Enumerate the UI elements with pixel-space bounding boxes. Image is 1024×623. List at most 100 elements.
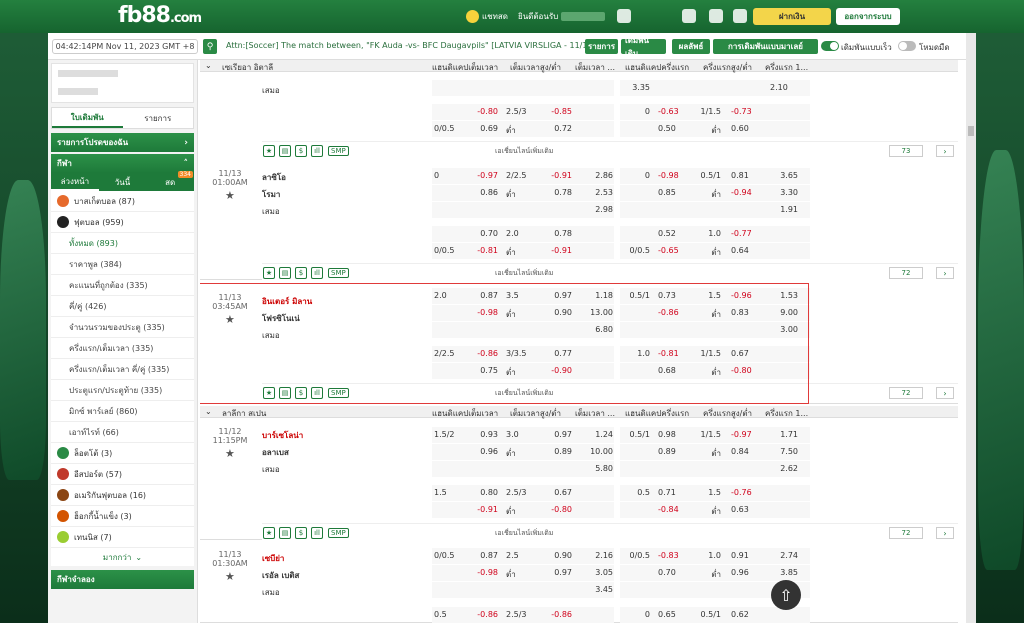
odds-value[interactable]: 0.5/1 bbox=[691, 171, 721, 180]
football-subitem[interactable]: ราคาพูล (384) bbox=[51, 254, 194, 275]
odds-value[interactable]: 0.78 bbox=[542, 188, 572, 197]
sport-item[interactable]: เทนนิส (7) bbox=[51, 527, 194, 548]
odds-value[interactable]: -0.86 bbox=[542, 610, 572, 619]
sport-item[interactable]: ฟุตบอล (959) bbox=[51, 212, 194, 233]
odds-value[interactable]: 1.5/2 bbox=[434, 430, 455, 439]
scrollbar-thumb[interactable] bbox=[968, 126, 974, 136]
logout-button[interactable]: ออกจากระบบ bbox=[836, 8, 900, 25]
odds-value[interactable]: 2.74 bbox=[768, 551, 798, 560]
search-icon[interactable]: ⚲ bbox=[203, 39, 217, 54]
chevron-down-icon[interactable]: ⌄ bbox=[205, 61, 212, 70]
odds-value[interactable]: 0.5/1 bbox=[691, 610, 721, 619]
tab-early[interactable]: ล่วงหน้า bbox=[51, 173, 99, 191]
odds-value[interactable]: -0.91 bbox=[542, 171, 572, 180]
odds-value[interactable]: -0.97 bbox=[468, 171, 498, 180]
odds-value[interactable]: 0.96 bbox=[731, 568, 749, 577]
odds-type-select[interactable]: การเดิมพันแบบมาเลย์ bbox=[713, 39, 818, 54]
odds-value[interactable]: -0.94 bbox=[731, 188, 752, 197]
dollar-icon[interactable]: $ bbox=[295, 267, 307, 279]
odds-value[interactable]: ต่ำ bbox=[506, 124, 516, 137]
odds-value[interactable]: 10.00 bbox=[583, 447, 613, 456]
odds-value[interactable]: 0.63 bbox=[731, 505, 749, 514]
odds-value[interactable]: 7.50 bbox=[768, 447, 798, 456]
sport-item[interactable]: ล็อตโต้ (3) bbox=[51, 443, 194, 464]
odds-value[interactable]: 3.30 bbox=[768, 188, 798, 197]
odds-value[interactable]: 3.65 bbox=[768, 171, 798, 180]
odds-value[interactable]: 0/0.5 bbox=[434, 124, 455, 133]
odds-value[interactable]: ต่ำ bbox=[691, 188, 721, 201]
odds-value[interactable]: 0.78 bbox=[542, 229, 572, 238]
odds-value[interactable]: 0.96 bbox=[468, 447, 498, 456]
odds-value[interactable]: 0.89 bbox=[658, 447, 676, 456]
odds-value[interactable]: 0.67 bbox=[542, 488, 572, 497]
sport-item[interactable]: อเมริกันฟุตบอล (16) bbox=[51, 485, 194, 506]
odds-value[interactable]: 2.5/3 bbox=[506, 610, 527, 619]
stats-icon[interactable]: ıll bbox=[311, 527, 323, 539]
odds-value[interactable]: 1.91 bbox=[768, 205, 798, 214]
odds-value[interactable]: ต่ำ bbox=[506, 246, 516, 259]
chevron-right-icon[interactable]: › bbox=[936, 267, 954, 279]
odds-value[interactable]: 2.98 bbox=[583, 205, 613, 214]
sport-item[interactable]: บาสเก็ตบอล (87) bbox=[51, 191, 194, 212]
football-subitem[interactable]: ครึ่งแรก/เต็มเวลา (335) bbox=[51, 338, 194, 359]
chevron-down-icon[interactable]: ⌄ bbox=[205, 407, 212, 416]
odds-value[interactable]: 3.0 bbox=[506, 430, 519, 439]
hotline-icon[interactable] bbox=[682, 9, 696, 23]
odds-value[interactable]: -0.91 bbox=[542, 246, 572, 255]
table-icon[interactable]: ▤ bbox=[279, 527, 291, 539]
tab-list[interactable]: รายการ bbox=[585, 39, 618, 54]
live-chat[interactable]: แชทสด bbox=[466, 10, 508, 23]
odds-value[interactable]: 3.05 bbox=[583, 568, 613, 577]
odds-value[interactable]: 5.80 bbox=[583, 464, 613, 473]
star-icon[interactable]: ★ bbox=[263, 145, 275, 157]
odds-value[interactable]: 2.62 bbox=[768, 464, 798, 473]
odds-value[interactable]: ต่ำ bbox=[506, 188, 516, 201]
more-markets-select[interactable]: 73 bbox=[889, 145, 923, 157]
odds-value[interactable]: 3.85 bbox=[768, 568, 798, 577]
odds-value[interactable]: 0 bbox=[620, 171, 650, 180]
odds-value[interactable]: 2.0 bbox=[506, 229, 519, 238]
favorites-header[interactable]: รายการโปรดของฉัน › bbox=[51, 133, 194, 152]
odds-value[interactable]: ต่ำ bbox=[691, 568, 721, 581]
football-subitem[interactable]: ครึ่งแรก/เต็มเวลา คี่/คู่ (335) bbox=[51, 359, 194, 380]
tab-bet-slip[interactable]: ใบเดิมพัน bbox=[52, 108, 123, 128]
away-team[interactable]: เรอัล เบติส bbox=[262, 569, 299, 582]
odds-value[interactable]: 0 bbox=[620, 107, 650, 116]
user-icon[interactable] bbox=[709, 9, 723, 23]
away-team[interactable]: โรมา bbox=[262, 188, 280, 201]
football-subitem[interactable]: ประตูแรก/ประตูท้าย (335) bbox=[51, 380, 194, 401]
odds-value[interactable]: 3.45 bbox=[583, 585, 613, 594]
more-asian-lines-link[interactable]: เอเชี่ยนไลน์เพิ่มเติม bbox=[495, 528, 553, 539]
odds-value[interactable]: 0/0.5 bbox=[620, 246, 650, 255]
odds-value[interactable]: ต่ำ bbox=[506, 447, 516, 460]
odds-value[interactable]: 0.5 bbox=[434, 610, 447, 619]
odds-value[interactable]: -0.80 bbox=[542, 505, 572, 514]
more-asian-lines-link[interactable]: เอเชี่ยนไลน์เพิ่มเติม bbox=[495, 268, 553, 279]
odds-value[interactable]: 0.89 bbox=[542, 447, 572, 456]
odds-value[interactable]: 0.98 bbox=[658, 430, 676, 439]
tab-bets[interactable]: เดิมพันเดิม bbox=[621, 36, 666, 58]
odds-value[interactable]: 0.71 bbox=[658, 488, 676, 497]
odds-value[interactable]: -0.73 bbox=[731, 107, 752, 116]
odds-value[interactable]: 3.35 bbox=[620, 83, 650, 92]
odds-value[interactable]: 0.70 bbox=[658, 568, 676, 577]
odds-value[interactable]: 0.50 bbox=[658, 124, 676, 133]
odds-value[interactable]: -0.98 bbox=[658, 171, 679, 180]
odds-value[interactable]: 0.87 bbox=[468, 551, 498, 560]
logo[interactable]: fb88.com bbox=[118, 3, 202, 28]
favorite-star-icon[interactable]: ★ bbox=[225, 189, 235, 202]
deposit-button[interactable]: ฝากเงิน bbox=[753, 8, 831, 25]
odds-value[interactable]: 0.5/1 bbox=[620, 430, 650, 439]
more-markets-select[interactable]: 72 bbox=[889, 387, 923, 399]
odds-value[interactable]: 0.5 bbox=[620, 488, 650, 497]
football-subitem[interactable]: มิกซ์ พาร์เลย์ (860) bbox=[51, 401, 194, 422]
more-markets-select[interactable]: 72 bbox=[889, 267, 923, 279]
home-team[interactable]: เซบีย่า bbox=[262, 552, 284, 565]
dollar-icon[interactable]: $ bbox=[295, 527, 307, 539]
odds-value[interactable]: 1.71 bbox=[768, 430, 798, 439]
odds-value[interactable]: -0.63 bbox=[658, 107, 679, 116]
dark-mode-toggle[interactable] bbox=[898, 41, 916, 51]
dollar-icon[interactable]: $ bbox=[295, 145, 307, 157]
odds-value[interactable]: 2.5 bbox=[506, 551, 519, 560]
away-team[interactable]: อลาเบส bbox=[262, 446, 289, 459]
